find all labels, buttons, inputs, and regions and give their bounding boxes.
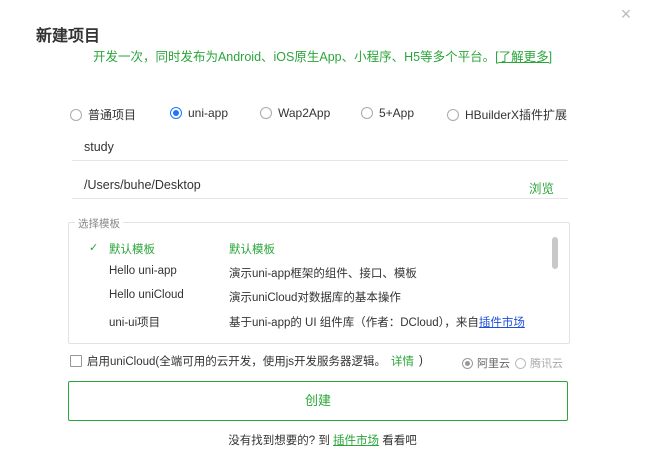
template-legend: 选择模板	[75, 216, 123, 231]
close-icon[interactable]: ×	[618, 5, 634, 23]
new-project-dialog: 新建项目 × 开发一次，同时发布为Android、iOS原生App、小程序、H5…	[0, 0, 645, 462]
radio-icon[interactable]	[447, 108, 459, 121]
create-button[interactable]: 创建	[68, 381, 568, 421]
unicloud-label: 启用uniCloud(全端可用的云开发，使用js开发服务器逻辑。	[87, 356, 387, 368]
radio-checked-icon[interactable]	[170, 107, 182, 119]
footer-suffix: 看看吧	[382, 435, 417, 447]
unicloud-option: 启用uniCloud(全端可用的云开发，使用js开发服务器逻辑。 详情)	[70, 353, 423, 369]
type-label: 普通项目	[88, 108, 137, 122]
project-type-group: 普通项目 uni-app Wap2App 5+App HBuilderX插件扩展	[0, 106, 645, 124]
template-row[interactable]: Hello uniCloud 演示uniCloud对数据库的基本操作	[69, 289, 549, 307]
subtitle-text: 开发一次，同时发布为Android、iOS原生App、小程序、H5等多个平台。	[92, 50, 496, 64]
template-desc: 默认模板	[229, 244, 275, 256]
plugin-market-link[interactable]: 插件市场	[479, 317, 525, 329]
radio-icon[interactable]	[260, 107, 272, 119]
type-label: Wap2App	[278, 106, 331, 120]
radio-icon[interactable]	[70, 108, 82, 121]
project-name-value[interactable]: study	[84, 140, 114, 154]
type-option-hbuilderx-plugin[interactable]: HBuilderX插件扩展	[447, 106, 567, 123]
template-desc: 演示uniCloud对数据库的基本操作	[229, 292, 401, 304]
type-label: HBuilderX插件扩展	[465, 108, 568, 122]
template-desc: 演示uni-app框架的组件、接口、模板	[229, 268, 417, 280]
template-desc-text: 基于uni-app的 UI 组件库（作者：DCloud），来自	[229, 317, 479, 329]
radio-icon[interactable]	[361, 107, 373, 119]
dialog-subtitle: 开发一次，同时发布为Android、iOS原生App、小程序、H5等多个平台。[…	[0, 46, 645, 65]
checkmark-icon: ✓	[89, 242, 99, 254]
type-option-5plus-app[interactable]: 5+App	[361, 106, 414, 120]
learn-more-link[interactable]: [了解更多]	[495, 50, 552, 64]
template-row[interactable]: Hello uni-app 演示uni-app框架的组件、接口、模板	[69, 265, 549, 283]
project-name-field[interactable]: study	[72, 132, 568, 161]
template-name: uni-ui项目	[109, 317, 161, 329]
template-name: Hello uniCloud	[109, 289, 184, 301]
template-scrollbar[interactable]	[552, 237, 558, 269]
template-row[interactable]: ✓ 默认模板 默认模板	[69, 241, 549, 259]
type-option-uni-app[interactable]: uni-app	[170, 106, 228, 120]
unicloud-checkbox[interactable]	[70, 355, 82, 367]
provider-aliyun[interactable]: 阿里云	[462, 355, 510, 371]
location-value[interactable]: /Users/buhe/Desktop	[84, 178, 201, 192]
type-label: 5+App	[379, 106, 415, 120]
type-label: uni-app	[188, 106, 229, 120]
browse-button[interactable]: 浏览	[529, 178, 554, 197]
radio-icon[interactable]	[515, 357, 526, 369]
template-list: 选择模板 ✓ 默认模板 默认模板 Hello uni-app 演示uni-app…	[68, 216, 570, 344]
footer-plugin-market-link[interactable]: 插件市场	[333, 435, 379, 447]
provider-tencent[interactable]: 腾讯云	[515, 355, 563, 371]
provider-label: 腾讯云	[530, 358, 563, 370]
template-desc: 基于uni-app的 UI 组件库（作者：DCloud），来自插件市场	[229, 314, 525, 330]
provider-label: 阿里云	[477, 358, 510, 370]
template-name: 默认模板	[109, 244, 155, 256]
radio-checked-icon[interactable]	[462, 357, 473, 369]
unicloud-details-link[interactable]: 详情	[391, 353, 414, 369]
template-name: Hello uni-app	[109, 265, 177, 277]
footer-hint: 没有找到想要的? 到 插件市场 看看吧	[0, 432, 645, 448]
dialog-title: 新建项目	[36, 28, 101, 45]
template-row[interactable]: uni-ui项目 基于uni-app的 UI 组件库（作者：DCloud），来自…	[69, 314, 549, 332]
type-option-normal[interactable]: 普通项目	[70, 106, 136, 123]
location-field[interactable]: /Users/buhe/Desktop 浏览	[72, 170, 568, 199]
footer-prefix: 没有找到想要的? 到	[228, 435, 330, 447]
unicloud-label-suffix: )	[419, 355, 423, 367]
type-option-wap2app[interactable]: Wap2App	[260, 106, 330, 120]
